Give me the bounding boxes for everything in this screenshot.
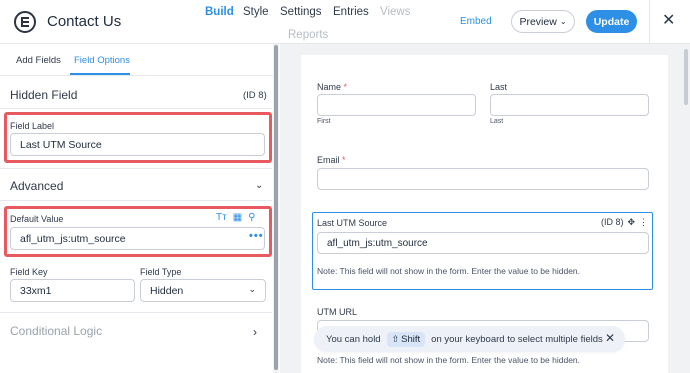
- chevron-down-icon[interactable]: ⌄: [255, 180, 263, 191]
- field-key-caption: Field Key: [10, 267, 48, 277]
- field-type-select[interactable]: Hidden ⌄: [140, 279, 266, 302]
- email-field-label: Email *: [317, 155, 346, 165]
- divider: [0, 108, 272, 109]
- nav-entries[interactable]: Entries: [333, 6, 369, 18]
- text-format-icon[interactable]: Tᴛ: [216, 212, 227, 223]
- field-type-value: Hidden: [150, 284, 184, 297]
- formidable-logo-icon[interactable]: [14, 11, 36, 33]
- canvas-scrollbar-thumb[interactable]: [684, 49, 688, 105]
- top-header: Contact Us Build Style Settings Entries …: [0, 0, 690, 44]
- form-title: Contact Us: [47, 13, 122, 30]
- utm-url-note: Note: This field will not show in the fo…: [317, 355, 581, 365]
- default-value-input[interactable]: afl_utm_js:utm_source: [10, 227, 265, 250]
- divider: [0, 200, 272, 201]
- first-sublabel: First: [317, 118, 331, 125]
- last-name-input[interactable]: [490, 94, 649, 116]
- search-icon[interactable]: ⚲: [248, 212, 255, 223]
- nav-reports[interactable]: Reports: [288, 29, 328, 41]
- header-divider: [649, 0, 650, 44]
- field-actions: (ID 8) ✥ ⋮: [601, 217, 648, 228]
- preview-button[interactable]: Preview ⌄: [511, 10, 575, 33]
- tooltip-text-before: You can hold: [326, 333, 381, 345]
- first-name-input[interactable]: [317, 94, 476, 116]
- field-key-input[interactable]: 33xm1: [10, 279, 135, 302]
- chevron-down-icon: ⌄: [248, 284, 256, 294]
- conditional-logic-title[interactable]: Conditional Logic: [10, 324, 102, 338]
- hidden-field-label: Last UTM Source: [317, 218, 388, 228]
- active-tab-indicator: [70, 73, 130, 75]
- field-type-caption: Field Type: [140, 267, 182, 277]
- close-icon[interactable]: ✕: [605, 331, 615, 345]
- tab-field-options[interactable]: Field Options: [74, 55, 130, 66]
- divider: [0, 168, 272, 169]
- nav-views[interactable]: Views: [380, 6, 410, 18]
- last-name-label: Last: [490, 82, 508, 92]
- field-type-title: Hidden Field: [10, 88, 78, 102]
- default-value-tools: Tᴛ ▦ ⚲: [216, 212, 255, 223]
- field-label-input[interactable]: Last UTM Source: [10, 133, 265, 156]
- calculator-icon[interactable]: ▦: [233, 212, 242, 223]
- update-button[interactable]: Update: [586, 10, 637, 33]
- default-value-caption: Default Value: [10, 214, 64, 224]
- nav-settings[interactable]: Settings: [280, 6, 322, 18]
- preview-label: Preview: [519, 15, 557, 28]
- close-icon[interactable]: ✕: [662, 13, 675, 29]
- field-id-badge: (ID 8): [601, 217, 624, 227]
- chevron-right-icon[interactable]: ›: [253, 325, 257, 339]
- name-field-label: Name *: [317, 82, 348, 92]
- hidden-field-value-input[interactable]: afl_utm_js:utm_source: [317, 232, 649, 254]
- more-options-icon[interactable]: •••: [249, 230, 264, 242]
- embed-button[interactable]: Embed: [460, 16, 492, 27]
- move-icon[interactable]: ✥: [628, 217, 636, 228]
- shift-key-label: Shift: [401, 333, 421, 345]
- chevron-down-icon: ⌄: [559, 17, 567, 26]
- tab-add-fields[interactable]: Add Fields: [16, 55, 61, 66]
- nav-style[interactable]: Style: [243, 6, 269, 18]
- shift-key-badge: ⇧ Shift: [386, 331, 426, 347]
- divider: [0, 312, 272, 313]
- advanced-section-title[interactable]: Advanced: [10, 179, 63, 193]
- sidebar-scrollbar-thumb[interactable]: [274, 45, 278, 370]
- sidebar-tabs: Add Fields Field Options: [0, 44, 278, 76]
- shift-select-tooltip: You can hold ⇧ Shift on your keyboard to…: [314, 326, 625, 352]
- utm-url-label: UTM URL: [317, 307, 357, 317]
- tooltip-text-after: on your keyboard to select multiple fiel…: [431, 333, 603, 345]
- field-label-caption: Field Label: [10, 121, 55, 131]
- email-input[interactable]: [317, 168, 649, 190]
- last-sublabel: Last: [490, 118, 504, 125]
- more-vertical-icon[interactable]: ⋮: [639, 217, 648, 228]
- nav-build[interactable]: Build: [205, 6, 234, 18]
- shift-icon: ⇧: [391, 333, 400, 344]
- field-id-label: (ID 8): [243, 90, 267, 101]
- hidden-field-note: Note: This field will not show in the fo…: [317, 266, 581, 276]
